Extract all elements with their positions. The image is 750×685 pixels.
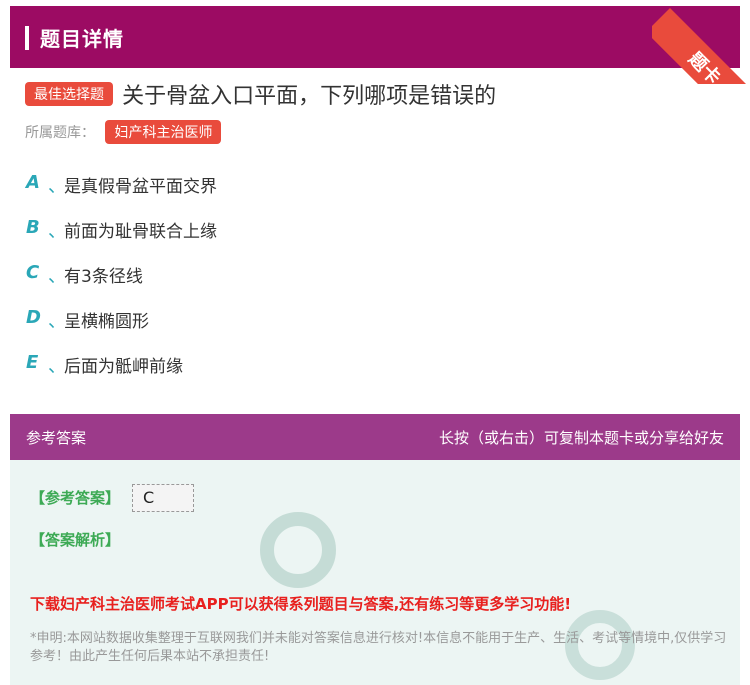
option-text: 是真假骨盆平面交界 [64, 177, 217, 197]
option-letter: A [26, 172, 40, 193]
analysis-label: 【答案解析】 [30, 531, 121, 549]
question-block: 最佳选择题 关于骨盆入口平面，下列哪项是错误的 [25, 78, 725, 110]
option-b[interactable]: B 、 前面为耻骨联合上缘 [26, 217, 217, 262]
bank-label: 所属题库： [25, 125, 95, 141]
options-list: A 、 是真假骨盆平面交界 B 、 前面为耻骨联合上缘 C 、 有3条径线 D … [26, 172, 217, 397]
option-c[interactable]: C 、 有3条径线 [26, 262, 217, 307]
watermark-logo-icon [260, 512, 336, 588]
question-type-badge: 最佳选择题 [25, 82, 113, 106]
answer-label: 【参考答案】 [30, 489, 121, 507]
disclaimer-text: *申明:本网站数据收集整理于互联网我们并未能对答案信息进行核对!本信息不能用于生… [30, 631, 727, 664]
option-e[interactable]: E 、 后面为骶岬前缘 [26, 352, 217, 397]
header-accent-bar [25, 26, 29, 50]
option-letter: B [26, 217, 40, 238]
answer-value: C [132, 484, 194, 512]
download-app-promo[interactable]: 下载妇产科主治医师考试APP可以获得系列题目与答案,还有练习等更多学习功能! [30, 593, 571, 614]
option-text: 呈横椭圆形 [64, 312, 149, 332]
option-text: 有3条径线 [64, 267, 143, 287]
option-letter: D [26, 307, 41, 328]
option-letter: C [26, 262, 40, 283]
copy-share-hint: 长按（或右击）可复制本题卡或分享给好友 [438, 428, 724, 447]
option-letter: E [26, 352, 39, 373]
page-header: 题目详情 [10, 6, 740, 68]
option-text: 后面为骶岬前缘 [64, 357, 183, 377]
bank-tag-link[interactable]: 妇产科主治医师 [105, 120, 222, 144]
question-bank: 所属题库： 妇产科主治医师 [25, 120, 222, 144]
page-title: 题目详情 [40, 27, 124, 51]
answer-body: 【参考答案】 C 【答案解析】 下载妇产科主治医师考试APP可以获得系列题目与答… [10, 460, 740, 685]
option-d[interactable]: D 、 呈横椭圆形 [26, 307, 217, 352]
option-a[interactable]: A 、 是真假骨盆平面交界 [26, 172, 217, 217]
answer-header: 参考答案 长按（或右击）可复制本题卡或分享给好友 [10, 414, 740, 460]
option-text: 前面为耻骨联合上缘 [64, 222, 217, 242]
question-text: 关于骨盆入口平面，下列哪项是错误的 [122, 84, 497, 109]
answer-section-title: 参考答案 [26, 428, 87, 447]
